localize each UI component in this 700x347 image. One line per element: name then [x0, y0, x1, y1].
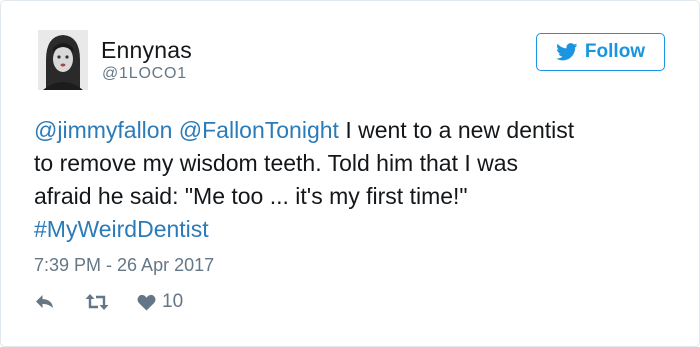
retweet-button[interactable]	[85, 293, 109, 311]
tweet-card: Ennynas @1LOCO1 Follow @jimmyfallon @Fal…	[0, 0, 700, 347]
hashtag-link[interactable]: #MyWeirdDentist	[34, 216, 209, 242]
like-count: 10	[162, 291, 184, 312]
follow-button[interactable]: Follow	[536, 33, 665, 71]
mention-link[interactable]: @FallonTonight	[179, 117, 339, 143]
twitter-bird-icon	[556, 43, 578, 61]
reply-icon	[36, 295, 53, 308]
reply-button[interactable]	[35, 294, 55, 310]
tweet-text: @jimmyfallon @FallonTonight I went to a …	[34, 114, 684, 246]
heart-icon	[137, 294, 156, 311]
user-handle[interactable]: @1LOCO1	[102, 65, 187, 83]
avatar[interactable]	[38, 30, 88, 90]
timestamp[interactable]: 7:39 PM - 26 Apr 2017	[34, 255, 214, 276]
mention-link[interactable]: @jimmyfallon	[34, 117, 172, 143]
display-name[interactable]: Ennynas	[101, 37, 192, 64]
follow-label: Follow	[584, 41, 646, 62]
like-button[interactable]: 10	[137, 291, 183, 313]
tweet-line: to remove my wisdom teeth. Told him that…	[34, 150, 519, 176]
retweet-icon	[85, 294, 109, 310]
tweet-line: afraid he said: "Me too ... it's my firs…	[34, 183, 468, 209]
tweet-actions: 10	[35, 291, 183, 313]
tweet-line: #MyWeirdDentist	[34, 213, 684, 246]
tweet-text-segment: I went to a new dentist	[338, 117, 575, 143]
tweet-line: @jimmyfallon @FallonTonight I went to a …	[34, 114, 684, 147]
